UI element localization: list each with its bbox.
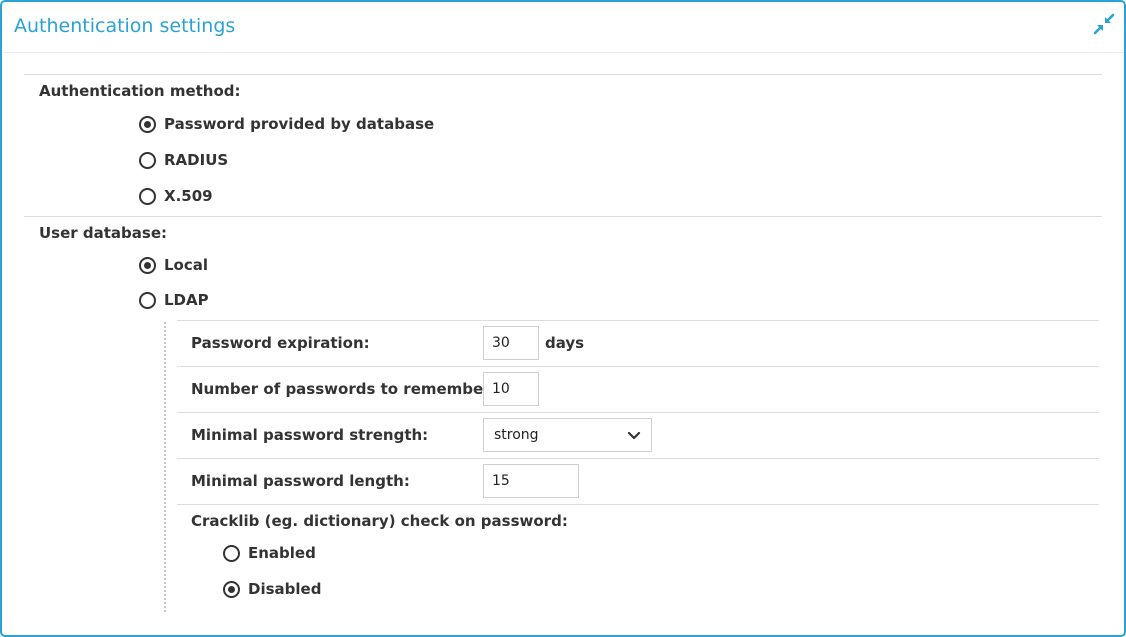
radio-unchecked-icon[interactable] bbox=[139, 291, 156, 309]
local-settings-indent-line bbox=[164, 322, 166, 612]
radio-label: LDAP bbox=[164, 291, 209, 309]
days-unit-label: days bbox=[545, 334, 585, 352]
radio-radius[interactable]: RADIUS bbox=[139, 149, 228, 171]
passwords-remember-label: Number of passwords to remember: bbox=[191, 380, 497, 398]
radio-label: RADIUS bbox=[164, 151, 229, 169]
min-strength-select[interactable]: strong bbox=[483, 418, 652, 452]
radio-unchecked-icon[interactable] bbox=[139, 187, 156, 205]
authentication-settings-panel: Authentication settings Authentication m… bbox=[0, 0, 1126, 637]
divider bbox=[177, 504, 1099, 505]
radio-ldap[interactable]: LDAP bbox=[139, 289, 209, 311]
password-expiration-input[interactable]: 30 bbox=[483, 326, 539, 360]
panel-title: Authentication settings bbox=[14, 15, 236, 37]
radio-checked-icon[interactable] bbox=[139, 115, 156, 133]
user-database-label: User database: bbox=[39, 224, 168, 242]
min-strength-label: Minimal password strength: bbox=[191, 426, 429, 444]
radio-label: Local bbox=[164, 256, 209, 274]
radio-password-database[interactable]: Password provided by database bbox=[139, 113, 434, 135]
password-expiration-label: Password expiration: bbox=[191, 334, 370, 352]
divider bbox=[177, 320, 1099, 321]
divider bbox=[177, 412, 1099, 413]
min-length-label: Minimal password length: bbox=[191, 472, 410, 490]
radio-cracklib-enabled[interactable]: Enabled bbox=[223, 542, 316, 564]
radio-x509[interactable]: X.509 bbox=[139, 185, 213, 207]
radio-label: Enabled bbox=[248, 544, 316, 562]
cracklib-label: Cracklib (eg. dictionary) check on passw… bbox=[191, 512, 568, 530]
radio-checked-icon[interactable] bbox=[223, 580, 240, 598]
radio-label: X.509 bbox=[164, 187, 213, 205]
divider bbox=[24, 216, 1102, 217]
radio-label: Disabled bbox=[248, 580, 322, 598]
divider bbox=[177, 458, 1099, 459]
radio-unchecked-icon[interactable] bbox=[139, 151, 156, 169]
radio-local[interactable]: Local bbox=[139, 254, 208, 276]
radio-label: Password provided by database bbox=[164, 115, 435, 133]
panel-header: Authentication settings bbox=[2, 2, 1124, 53]
min-strength-value: strong bbox=[494, 427, 539, 443]
passwords-remember-input[interactable]: 10 bbox=[483, 372, 539, 406]
min-length-input[interactable]: 15 bbox=[483, 464, 579, 498]
divider bbox=[177, 366, 1099, 367]
radio-cracklib-disabled[interactable]: Disabled bbox=[223, 578, 321, 600]
divider bbox=[24, 74, 1102, 75]
radio-checked-icon[interactable] bbox=[139, 256, 156, 274]
radio-unchecked-icon[interactable] bbox=[223, 544, 240, 562]
authentication-method-label: Authentication method: bbox=[39, 82, 241, 100]
chevron-down-icon bbox=[627, 429, 641, 440]
collapse-arrows-icon[interactable] bbox=[1092, 12, 1116, 36]
